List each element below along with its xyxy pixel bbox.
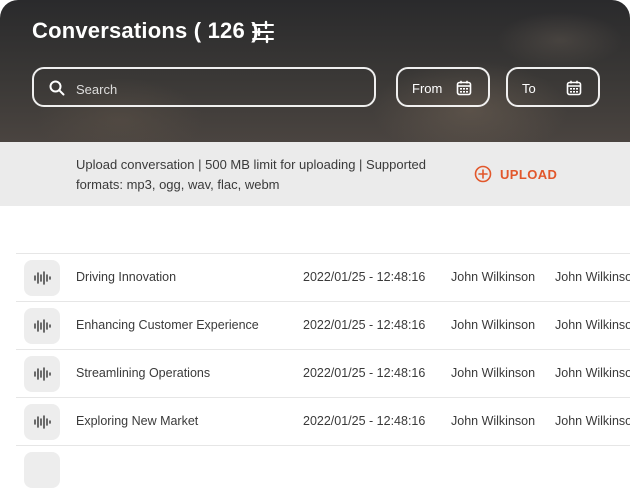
filter-sliders-icon[interactable] [250,20,276,44]
search-icon [48,79,66,97]
page-title: Conversations ( 126 ) [32,18,259,46]
conversation-participant: John Wilkinson [451,414,536,428]
conversation-date: 2022/01/25 - 12:48:16 [303,366,426,380]
calendar-icon [456,80,472,96]
upload-info-text: Upload conversation | 500 MB limit for u… [76,157,427,192]
conversation-participant: John Wilkinson [451,270,536,284]
conversations-table: Driving Innovation 2022/01/25 - 12:48:16… [16,253,630,488]
search-input[interactable] [74,77,368,101]
table-row[interactable]: Driving Innovation 2022/01/25 - 12:48:16… [16,253,630,301]
table-row[interactable]: Streamlining Operations 2022/01/25 - 12:… [16,349,630,397]
conversation-participant-2: John Wilkinson [555,270,630,284]
conversation-participant: John Wilkinson [451,366,536,380]
page-title-text: Conversations [32,18,188,43]
conversation-date: 2022/01/25 - 12:48:16 [303,318,426,332]
calendar-icon [566,80,582,96]
conversation-count: ( 126 ) [193,18,259,43]
from-date-picker[interactable]: From [396,67,490,107]
search-box[interactable] [32,67,376,107]
conversation-title: Exploring New Market [76,414,199,428]
table-row[interactable]: Exploring New Market 2022/01/25 - 12:48:… [16,397,630,445]
conversation-title: Driving Innovation [76,270,177,284]
audio-waveform-icon [24,452,60,488]
conversation-participant-2: John Wilkinson [555,318,630,332]
conversation-title: Enhancing Customer Experience [76,318,259,332]
audio-waveform-icon [24,308,60,344]
audio-waveform-icon [24,260,60,296]
to-date-picker[interactable]: To [506,67,600,107]
table-row[interactable] [16,445,630,488]
conversation-participant: John Wilkinson [451,318,536,332]
upload-button-label: UPLOAD [500,166,558,182]
conversations-header: Conversations ( 126 ) From [0,0,630,142]
upload-button[interactable]: UPLOAD [474,164,557,184]
audio-waveform-icon [24,356,60,392]
plus-circle-icon [474,165,492,183]
to-date-label: To [522,81,536,96]
conversation-participant-2: John Wilkinson [555,366,630,380]
conversation-title: Streamlining Operations [76,366,211,380]
audio-waveform-icon [24,404,60,440]
conversation-date: 2022/01/25 - 12:48:16 [303,270,426,284]
conversation-date: 2022/01/25 - 12:48:16 [303,414,426,428]
upload-bar: Upload conversation | 500 MB limit for u… [0,142,630,206]
from-date-label: From [412,81,443,96]
conversation-participant-2: John Wilkinson [555,414,630,428]
table-row[interactable]: Enhancing Customer Experience 2022/01/25… [16,301,630,349]
